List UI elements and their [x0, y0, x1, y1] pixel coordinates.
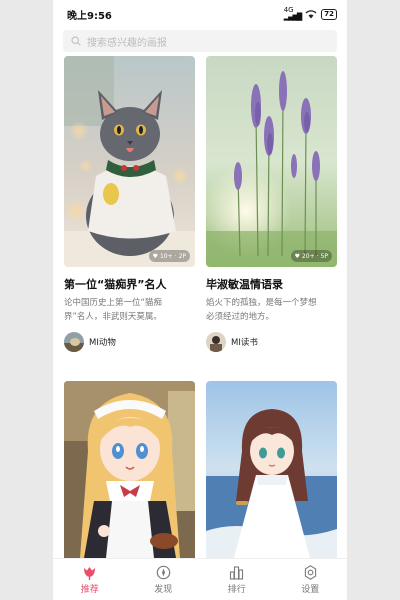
signal-icon: 4G ▂▄▆█ — [283, 6, 303, 21]
card-description: 论中国历史上第一位“猫痴 界”名人，非武则天莫属。 — [64, 296, 195, 324]
status-time: 晚上9:56 — [67, 10, 112, 22]
tab-label: 排行 — [227, 584, 246, 595]
avatar[interactable] — [206, 332, 226, 352]
card-thumbnail[interactable]: ♥ 20+ · 5P — [206, 56, 337, 267]
battery-level: 72 — [324, 9, 334, 18]
tab-recommend[interactable]: 推荐 — [53, 559, 127, 600]
search-icon — [71, 36, 81, 46]
tab-discover[interactable]: 发现 — [127, 559, 201, 600]
tulip-icon — [84, 566, 96, 580]
page-count: 5P — [320, 252, 328, 260]
tab-label: 推荐 — [80, 584, 99, 595]
desc-line: 必须经过的地方。 — [206, 312, 275, 322]
battery-icon: 72 — [321, 8, 337, 20]
heart-icon: ♥ — [152, 252, 158, 260]
tab-label: 设置 — [301, 584, 320, 595]
card-description: 焰火下的孤独，是每一个梦想 必须经过的地方。 — [206, 296, 337, 324]
card-thumbnail[interactable] — [64, 381, 195, 558]
card-thumbnail[interactable] — [206, 381, 337, 558]
desc-line: 焰火下的孤独，是每一个梦想 — [206, 298, 317, 308]
book-avatar-icon — [206, 332, 226, 352]
feed-card-cat[interactable]: ♥ 10+ · 2P 第一位“猫痴界”名人 论中国历史上第一位“猫痴 界”名人，… — [64, 56, 195, 356]
feed-card-anime-maid[interactable] — [64, 381, 195, 558]
card-title[interactable]: 第一位“猫痴界”名人 — [64, 276, 195, 292]
gear-icon — [304, 564, 316, 580]
author-name: MI动物 — [89, 338, 116, 348]
anime-beach-illustration — [206, 381, 337, 558]
tab-label: 发现 — [154, 584, 173, 595]
wifi-icon — [305, 9, 317, 18]
desc-line: 论中国历史上第一位“猫痴 — [64, 298, 162, 308]
likes-badge: ♥ 20+ · 5P — [290, 250, 332, 262]
page-count: 2P — [178, 252, 186, 260]
bar-chart-icon — [230, 565, 244, 580]
feed-card-anime-beach[interactable] — [206, 381, 337, 558]
dot-separator: · — [174, 252, 177, 260]
animal-avatar-icon — [64, 332, 84, 352]
anime-maid-illustration — [64, 381, 195, 558]
heart-icon: ♥ — [294, 252, 300, 260]
search-bar[interactable]: 搜索感兴趣的画报 — [63, 30, 337, 52]
tab-settings[interactable]: 设置 — [274, 559, 348, 600]
lavender-photo — [206, 56, 337, 267]
card-thumbnail[interactable]: ♥ 10+ · 2P — [64, 56, 195, 267]
status-icons: 4G ▂▄▆█ 72 — [284, 7, 337, 21]
card-title[interactable]: 毕淑敏温情语录 — [206, 276, 337, 292]
author[interactable]: MI动物 — [64, 332, 116, 352]
search-placeholder: 搜索感兴趣的画报 — [87, 37, 167, 49]
app-screen: 晚上9:56 4G ▂▄▆█ 72 搜索感兴趣的画报 ♥ 10+ · 2P 第一… — [53, 0, 347, 600]
author-name: MI读书 — [231, 338, 258, 348]
compass-icon — [156, 565, 171, 579]
desc-line: 界”名人，非武则天莫属。 — [64, 312, 162, 322]
likes-count: 10+ — [159, 252, 173, 260]
dot-separator: · — [316, 252, 319, 260]
author[interactable]: MI读书 — [206, 332, 258, 352]
tab-ranking[interactable]: 排行 — [200, 559, 274, 600]
likes-count: 20+ — [301, 252, 315, 260]
bottom-nav: 推荐 发现 排行 设置 — [53, 558, 347, 600]
status-bar: 晚上9:56 4G ▂▄▆█ 72 — [53, 0, 347, 28]
feed-card-lavender[interactable]: ♥ 20+ · 5P 毕淑敏温情语录 焰火下的孤独，是每一个梦想 必须经过的地方… — [206, 56, 337, 356]
cat-photo — [64, 56, 195, 267]
avatar[interactable] — [64, 332, 84, 352]
likes-badge: ♥ 10+ · 2P — [148, 250, 190, 262]
